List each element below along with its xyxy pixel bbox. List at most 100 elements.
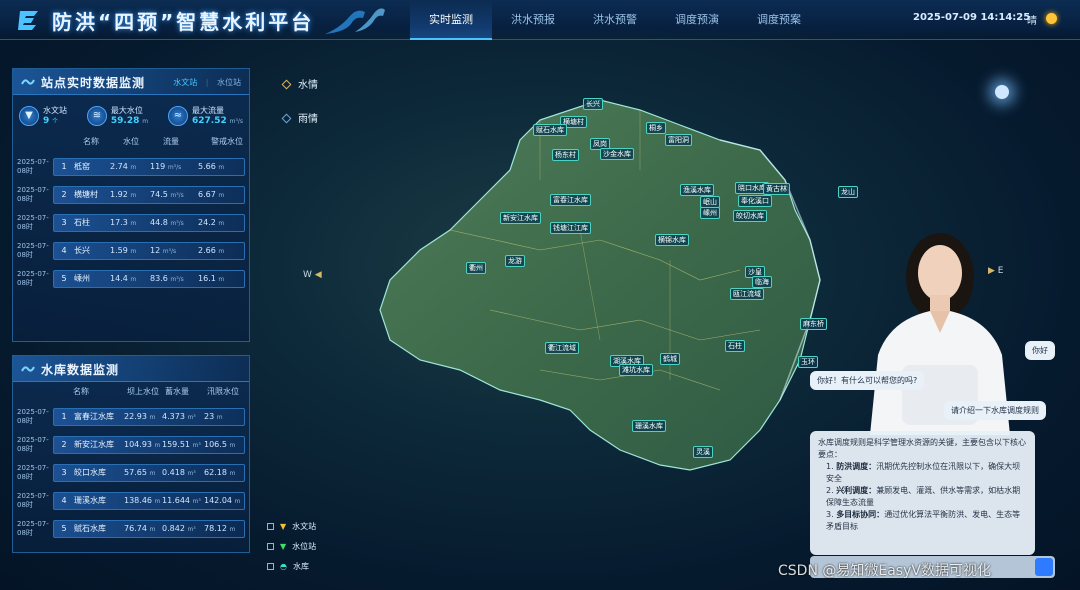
- row-bar: 3 石柱 17.3 m 44.8 m³/s 24.2 m: [53, 213, 245, 232]
- legend-reservoir[interactable]: ◓ 水库: [267, 556, 316, 576]
- checkbox[interactable]: [267, 562, 274, 570]
- row-date: 2025-07- 08时: [17, 463, 49, 481]
- map-pin[interactable]: 杨东村: [552, 149, 579, 161]
- tab-flood-warning[interactable]: 洪水预警: [574, 0, 656, 40]
- reservoir-table: 2025-07- 08时 1 富春江水库 22.93 m 4.373 m³ 23 m 2025…: [13, 404, 249, 541]
- map-pin[interactable]: 玉环: [798, 356, 818, 368]
- table-row[interactable]: 2025-07- 08时 5 嵊州 14.4 m 83.6 m³/s 16.1 m: [17, 266, 245, 291]
- stat-value: 9: [43, 116, 50, 126]
- map-pin[interactable]: 富阳洞: [665, 134, 692, 146]
- col-dam-level: 坝上水位: [127, 387, 159, 396]
- tab-dispatch-plan[interactable]: 调度预案: [738, 0, 820, 40]
- station-table: 2025-07- 08时 1 柢窑 2.74 m 119 m³/s 5.66 m 2025-0…: [13, 154, 249, 291]
- map-pin[interactable]: 石柱: [725, 340, 745, 352]
- map-pin[interactable]: 滩坑水库: [619, 364, 653, 376]
- tab-water-level-station[interactable]: 水位站: [217, 78, 241, 87]
- row-bar: 4 长兴 1.59 m 12 m³/s 2.66 m: [53, 241, 245, 260]
- map-pin[interactable]: 麻东桥: [800, 318, 827, 330]
- row-value-2: 11.644 m³: [162, 496, 201, 505]
- row-date: 2025-07- 08时: [17, 491, 49, 509]
- wave-icon: [21, 79, 35, 85]
- row-value-1: 76.74 m: [124, 524, 156, 533]
- legend-water-level-station[interactable]: ▼ 水位站: [267, 536, 316, 556]
- row-rank: 4: [61, 496, 67, 505]
- chat-user-question: 请介绍一下水库调度规则: [944, 401, 1046, 420]
- map-pin[interactable]: 奉化溪口: [738, 195, 772, 207]
- map-pin[interactable]: 渔溪水库: [680, 184, 714, 196]
- tab-flood-forecast[interactable]: 洪水预报: [492, 0, 574, 40]
- map-pin[interactable]: 鹤城: [660, 353, 680, 365]
- tab-realtime-monitoring[interactable]: 实时监测: [410, 0, 492, 40]
- map-pin[interactable]: 黄古林: [763, 183, 790, 195]
- app-title: 防洪“四预”智慧水利平台: [52, 10, 315, 34]
- row-rank: 2: [61, 440, 67, 449]
- table-row[interactable]: 2025-07- 08时 1 柢窑 2.74 m 119 m³/s 5.66 m: [17, 154, 245, 179]
- map-pin[interactable]: 钱塘江江库: [550, 222, 591, 234]
- tab-hydrological-station[interactable]: 水文站: [173, 78, 197, 87]
- stat-label: 水文站: [43, 106, 67, 115]
- row-rank: 2: [61, 190, 67, 199]
- map-pin[interactable]: 皎切水库: [733, 210, 767, 222]
- map-pin[interactable]: 龙游: [505, 255, 525, 267]
- table-row[interactable]: 2025-07- 08时 3 皎口水库 57.65 m 0.418 m³ 62.18 m: [17, 460, 245, 485]
- table-row[interactable]: 2025-07- 08时 2 横塘村 1.92 m 74.5 m³/s 6.67 m: [17, 182, 245, 207]
- reservoir-panel: 水库数据监测 名称 坝上水位 蓄水量 汛限水位 2025-07- 08时 1 富春江水…: [12, 355, 250, 553]
- compass-west-label: W: [303, 270, 312, 280]
- map-pin[interactable]: 珊溪水库: [632, 420, 666, 432]
- map-pin[interactable]: 沙金水库: [600, 148, 634, 160]
- row-bar: 3 皎口水库 57.65 m 0.418 m³ 62.18 m: [53, 463, 245, 482]
- checkbox[interactable]: [267, 542, 274, 550]
- reservoir-panel-header: 水库数据监测: [13, 356, 249, 382]
- map-pin[interactable]: 桐乡: [646, 122, 666, 134]
- answer-points: 1. 防洪调度：汛期优先控制水位在汛限以下，确保大坝安全 2. 兴利调度：兼顾发电…: [818, 461, 1027, 533]
- tab-dispatch-rehearsal[interactable]: 调度预演: [656, 0, 738, 40]
- table-row[interactable]: 2025-07- 08时 2 新安江水库 104.93 m 159.51 m³ 106.5 …: [17, 432, 245, 457]
- map-pin[interactable]: 衢州: [466, 262, 486, 274]
- table-row[interactable]: 2025-07- 08时 4 珊溪水库 138.46 m 11.644 m³ 142.04 …: [17, 488, 245, 513]
- map-pin[interactable]: 新安江水库: [500, 212, 541, 224]
- map-pin[interactable]: 灵溪: [693, 446, 713, 458]
- row-value-1: 17.3 m: [110, 218, 137, 227]
- map-pin[interactable]: 横锦水库: [655, 234, 689, 246]
- map-pin[interactable]: 嵊州: [700, 207, 720, 219]
- row-rank: 4: [61, 246, 67, 255]
- layer-label: 雨情: [298, 114, 318, 125]
- map-legend: ▼ 水文站 ▼ 水位站 ◓ 水库: [267, 516, 316, 576]
- answer-point: 1. 防洪调度：汛期优先控制水位在汛限以下，确保大坝安全: [826, 462, 1021, 483]
- map-pin[interactable]: 瓯江流域: [730, 288, 764, 300]
- row-date: 2025-07- 08时: [17, 407, 49, 425]
- col-flow: 流量: [163, 137, 179, 146]
- row-rank: 5: [61, 524, 67, 533]
- map-pin[interactable]: 赋石水库: [533, 124, 567, 136]
- table-row[interactable]: 2025-07- 08时 5 赋石水库 76.74 m 0.842 m³ 78.12 m: [17, 516, 245, 541]
- row-value-1: 14.4 m: [110, 274, 137, 283]
- row-value-2: 159.51 m³: [162, 440, 201, 449]
- legend-hydrological-station[interactable]: ▼ 水文站: [267, 516, 316, 536]
- layer-water-regime[interactable]: 水情: [281, 76, 318, 91]
- row-value-3: 2.66 m: [198, 246, 225, 255]
- row-bar: 2 新安江水库 104.93 m 159.51 m³ 106.5 m: [53, 435, 245, 454]
- table-row[interactable]: 2025-07- 08时 4 长兴 1.59 m 12 m³/s 2.66 m: [17, 238, 245, 263]
- answer-intro: 水库调度规则是科学管理水资源的关键，主要包含以下核心要点：: [818, 438, 1026, 459]
- map-pin[interactable]: 长兴: [583, 98, 603, 110]
- compass-west: W ◀: [303, 270, 322, 280]
- checkbox[interactable]: [267, 522, 274, 530]
- legend-label: 水库: [292, 561, 309, 571]
- layer-rainfall[interactable]: 雨情: [281, 110, 318, 125]
- answer-point: 3. 多目标协同：通过优化算法平衡防洪、发电、生态等矛盾目标: [826, 510, 1021, 531]
- map-pin[interactable]: 衢江流域: [545, 342, 579, 354]
- row-date: 2025-07- 08时: [17, 269, 49, 287]
- stat-unit: m: [142, 118, 149, 125]
- col-warning-level: 警戒水位: [211, 137, 243, 146]
- row-date: 2025-07- 08时: [17, 435, 49, 453]
- send-button[interactable]: [1035, 558, 1053, 576]
- row-value-3: 24.2 m: [198, 218, 225, 227]
- table-row[interactable]: 2025-07- 08时 3 石柱 17.3 m 44.8 m³/s 24.2 m: [17, 210, 245, 235]
- map-pin[interactable]: 富春江水库: [550, 194, 591, 206]
- yellow-triangle-icon: ▼: [280, 521, 287, 531]
- row-name: 石柱: [74, 218, 90, 227]
- map-pin[interactable]: 临海: [752, 276, 772, 288]
- map-pin[interactable]: 龙山: [838, 186, 858, 198]
- table-row[interactable]: 2025-07- 08时 1 富春江水库 22.93 m 4.373 m³ 23 m: [17, 404, 245, 429]
- arrow-icon: ◀: [314, 270, 322, 280]
